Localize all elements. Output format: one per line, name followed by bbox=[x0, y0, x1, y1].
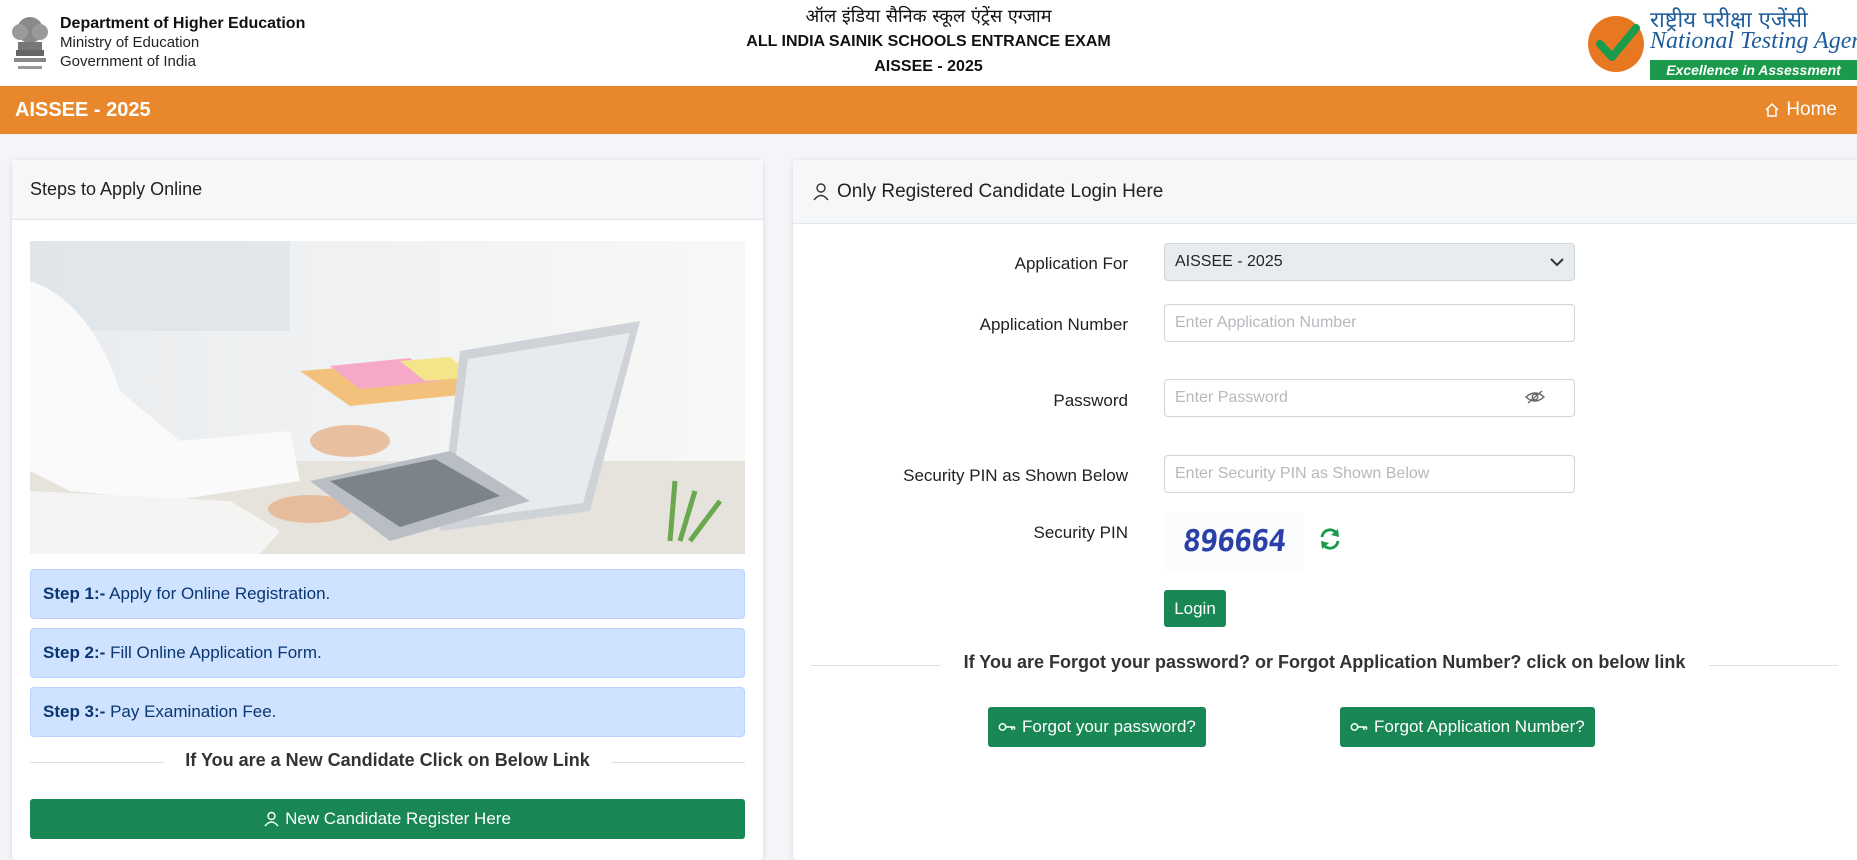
home-link[interactable]: Home bbox=[1764, 99, 1837, 121]
application-for-label: Application For bbox=[1014, 254, 1128, 273]
user-icon bbox=[264, 811, 279, 827]
exam-title-year: AISSEE - 2025 bbox=[874, 58, 983, 75]
steps-card: Steps to Apply Online Step 1:- Apply for… bbox=[12, 160, 763, 860]
nav-brand[interactable]: AISSEE - 2025 bbox=[15, 99, 151, 122]
login-card: Only Registered Candidate Login Here App… bbox=[793, 160, 1857, 860]
register-button-label: New Candidate Register Here bbox=[285, 809, 511, 828]
nta-english-name: National Testing Agency bbox=[1650, 28, 1857, 54]
application-number-label: Application Number bbox=[979, 315, 1128, 334]
step-3-text: Pay Examination Fee. bbox=[110, 702, 277, 721]
forgot-appno-label: Forgot Application Number? bbox=[1374, 717, 1585, 736]
security-pin-input-label: Security PIN as Shown Below bbox=[903, 466, 1128, 485]
forgot-password-button[interactable]: Forgot your password? bbox=[988, 707, 1206, 747]
key-icon bbox=[998, 723, 1016, 731]
step-2: Step 2:- Fill Online Application Form. bbox=[30, 628, 745, 678]
new-candidate-divider: If You are a New Candidate Click on Belo… bbox=[30, 750, 745, 774]
step-1-label: Step 1:- bbox=[43, 584, 106, 603]
captcha-image: 896664 bbox=[1164, 512, 1304, 570]
nta-logo: राष्ट्रीय परीक्षा एजेंसी National Testin… bbox=[1582, 2, 1857, 82]
step-2-label: Step 2:- bbox=[43, 643, 106, 662]
nta-check-icon bbox=[1588, 16, 1644, 72]
laptop-hero-image bbox=[30, 241, 745, 554]
exam-title-hindi: ऑल इंडिया सैनिक स्कूल एंट्रेंस एग्जाम bbox=[805, 6, 1052, 27]
steps-card-title: Steps to Apply Online bbox=[12, 160, 763, 220]
home-label: Home bbox=[1786, 99, 1837, 120]
forgot-password-label: Forgot your password? bbox=[1022, 717, 1196, 736]
step-1: Step 1:- Apply for Online Registration. bbox=[30, 569, 745, 619]
main-navbar: AISSEE - 2025 Home bbox=[0, 86, 1857, 134]
security-pin-input[interactable] bbox=[1164, 455, 1575, 493]
login-card-title: Only Registered Candidate Login Here bbox=[837, 180, 1164, 202]
user-icon bbox=[813, 182, 829, 200]
login-button[interactable]: Login bbox=[1164, 590, 1226, 627]
login-card-header: Only Registered Candidate Login Here bbox=[793, 160, 1857, 224]
step-1-text: Apply for Online Registration. bbox=[109, 584, 331, 603]
exam-title-english: ALL INDIA SAINIK SCHOOLS ENTRANCE EXAM bbox=[746, 33, 1111, 50]
application-for-select[interactable]: AISSEE - 2025 bbox=[1164, 243, 1575, 281]
password-input[interactable] bbox=[1164, 379, 1575, 417]
security-pin-label: Security PIN bbox=[1033, 523, 1128, 542]
step-2-text: Fill Online Application Form. bbox=[110, 643, 322, 662]
key-icon bbox=[1350, 723, 1368, 731]
forgot-help-text: If You are Forgot your password? or Forg… bbox=[939, 652, 1710, 673]
step-3: Step 3:- Pay Examination Fee. bbox=[30, 687, 745, 737]
chevron-down-icon bbox=[1550, 257, 1564, 266]
new-candidate-register-button[interactable]: New Candidate Register Here bbox=[30, 799, 745, 839]
password-wrapper bbox=[793, 379, 1857, 417]
step-3-label: Step 3:- bbox=[43, 702, 106, 721]
eye-slash-icon[interactable] bbox=[1525, 389, 1545, 405]
captcha-text: 896664 bbox=[1180, 523, 1288, 559]
application-for-value: AISSEE - 2025 bbox=[1175, 253, 1283, 270]
new-candidate-text: If You are a New Candidate Click on Belo… bbox=[163, 750, 612, 771]
home-icon bbox=[1765, 102, 1779, 117]
exam-title: ऑल इंडिया सैनिक स्कूल एंट्रेंस एग्जाम AL… bbox=[0, 4, 1857, 79]
forgot-application-number-button[interactable]: Forgot Application Number? bbox=[1340, 707, 1595, 747]
nta-tagline: Excellence in Assessment bbox=[1650, 60, 1857, 80]
refresh-icon[interactable] bbox=[1318, 527, 1342, 551]
site-header: Department of Higher Education Ministry … bbox=[0, 0, 1857, 86]
forgot-divider: If You are Forgot your password? or Forg… bbox=[811, 652, 1838, 678]
application-number-input[interactable] bbox=[1164, 304, 1575, 342]
